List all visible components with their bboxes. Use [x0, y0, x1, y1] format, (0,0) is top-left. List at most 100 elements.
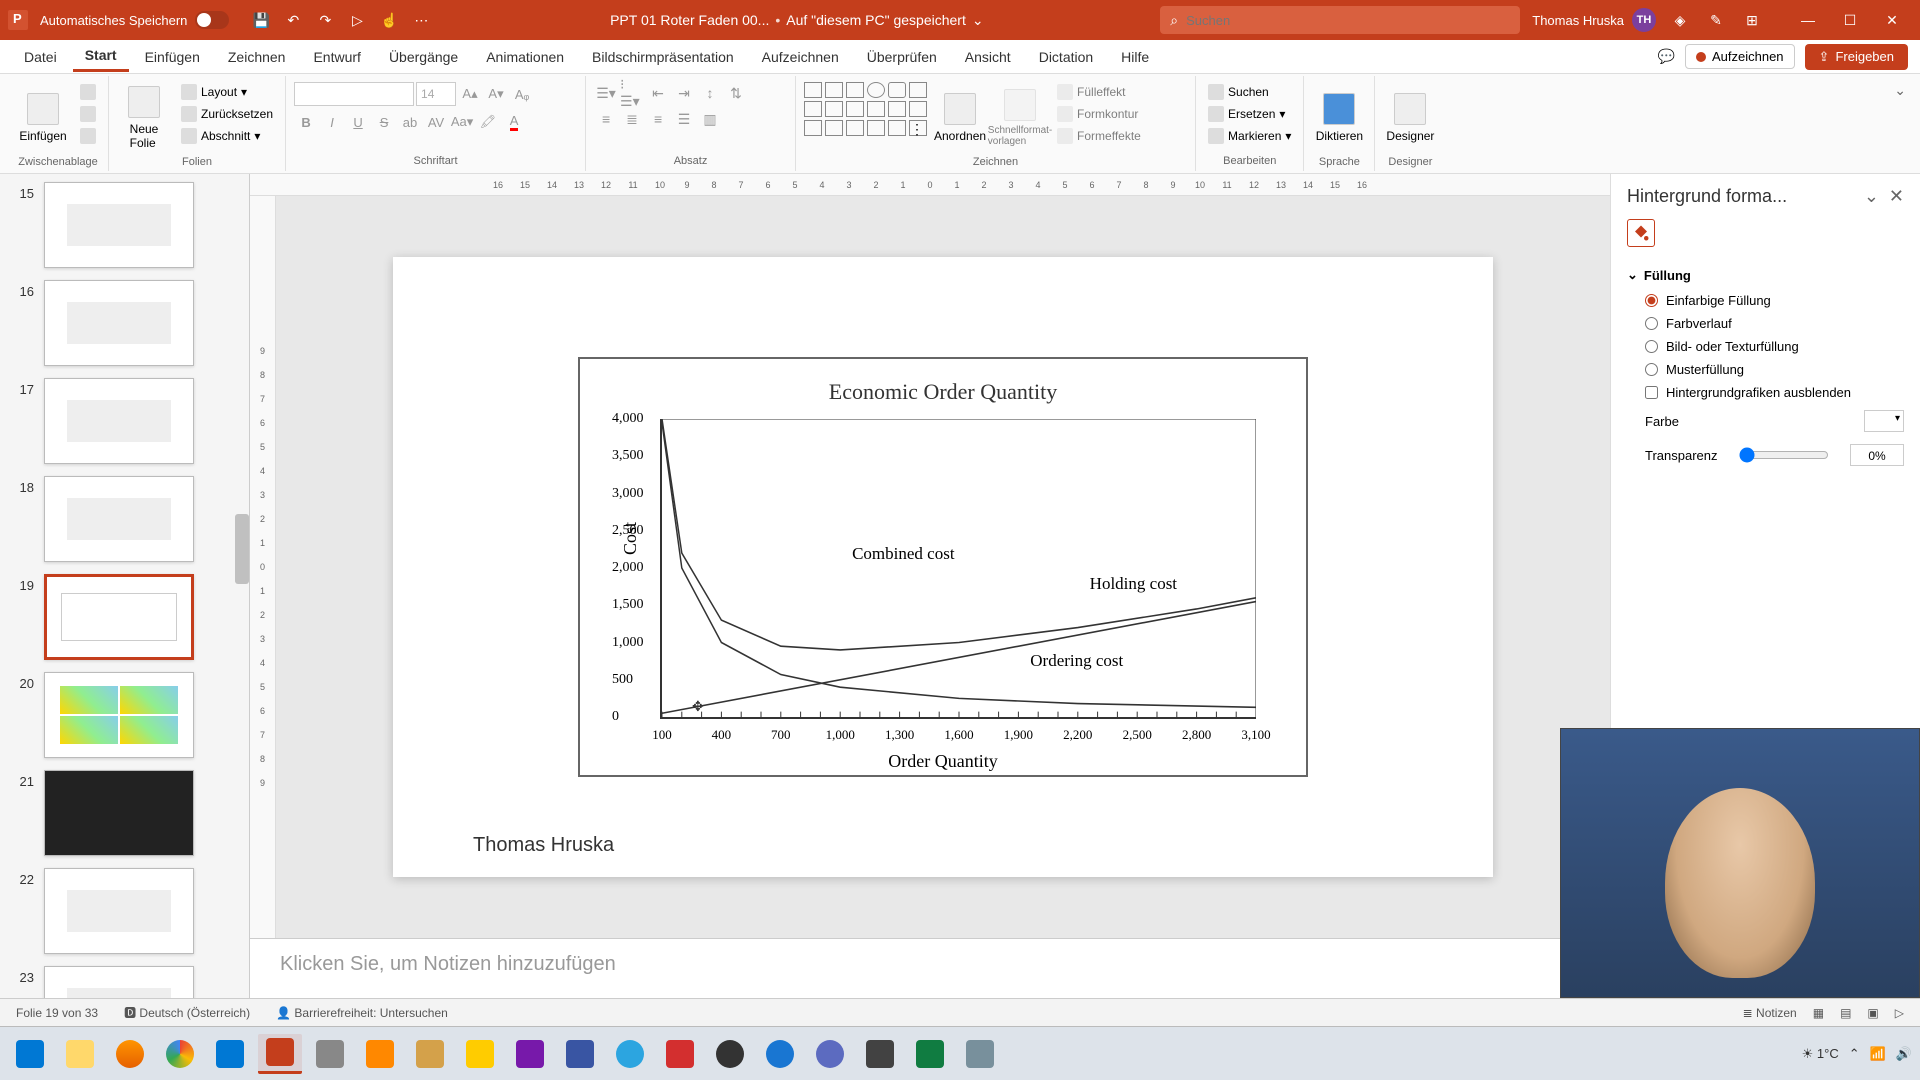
- case-button[interactable]: Aa▾: [450, 110, 474, 134]
- shape-fill-button[interactable]: Fülleffekt: [1053, 82, 1145, 102]
- section-button[interactable]: Abschnitt ▾: [177, 126, 277, 146]
- comments-icon[interactable]: 💬: [1658, 48, 1675, 65]
- save-icon[interactable]: 💾: [249, 8, 273, 32]
- slideshow-icon[interactable]: ▷: [345, 8, 369, 32]
- slide-author[interactable]: Thomas Hruska: [473, 834, 614, 857]
- color-picker-button[interactable]: [1864, 410, 1904, 432]
- weather-widget[interactable]: ☀ 1°C: [1802, 1046, 1839, 1062]
- indent-dec-button[interactable]: ⇤: [646, 82, 670, 104]
- user-account[interactable]: Thomas Hruska TH: [1532, 8, 1656, 32]
- indent-inc-button[interactable]: ⇥: [672, 82, 696, 104]
- shape-rrect-icon[interactable]: [888, 82, 906, 98]
- shape-4-icon[interactable]: [846, 101, 864, 117]
- search-box[interactable]: ⌕: [1160, 6, 1520, 34]
- tab-zeichnen[interactable]: Zeichnen: [216, 43, 298, 71]
- quick-styles-button[interactable]: Schnellformat- vorlagen: [993, 82, 1047, 154]
- close-button[interactable]: ✕: [1872, 5, 1912, 35]
- shape-8-icon[interactable]: [804, 120, 822, 136]
- spacing-button[interactable]: AV: [424, 110, 448, 134]
- shape-10-icon[interactable]: [846, 120, 864, 136]
- excel-button[interactable]: [908, 1034, 952, 1074]
- tab-datei[interactable]: Datei: [12, 43, 69, 71]
- shape-6-icon[interactable]: [888, 101, 906, 117]
- chevron-down-icon[interactable]: ⌄: [972, 12, 984, 29]
- app10-button[interactable]: [458, 1034, 502, 1074]
- hide-graphics-checkbox[interactable]: Hintergrundgrafiken ausblenden: [1627, 381, 1904, 404]
- language-status[interactable]: 🅳 Deutsch (Österreich): [120, 1002, 254, 1023]
- layout-button[interactable]: Layout ▾: [177, 82, 277, 102]
- designer-button[interactable]: Designer: [1383, 82, 1437, 154]
- touch-icon[interactable]: ☝: [377, 8, 401, 32]
- chrome-button[interactable]: [158, 1034, 202, 1074]
- thumb-row-17[interactable]: 17: [12, 378, 237, 464]
- shape-oval-icon[interactable]: [867, 82, 885, 98]
- onenote-button[interactable]: [508, 1034, 552, 1074]
- picture-fill-radio[interactable]: Bild- oder Texturfüllung: [1627, 335, 1904, 358]
- tab-ansicht[interactable]: Ansicht: [953, 43, 1023, 71]
- shape-12-icon[interactable]: [888, 120, 906, 136]
- shape-tri-icon[interactable]: [909, 82, 927, 98]
- tab-start[interactable]: Start: [73, 41, 129, 72]
- more-icon[interactable]: ⋯: [409, 8, 433, 32]
- autosave-toggle[interactable]: Automatisches Speichern: [40, 11, 229, 29]
- share-button[interactable]: ⇪Freigeben: [1805, 44, 1908, 70]
- tray-network-icon[interactable]: 📶: [1870, 1046, 1886, 1062]
- record-button[interactable]: Aufzeichnen: [1685, 44, 1795, 69]
- shape-outline-button[interactable]: Formkontur: [1053, 104, 1145, 124]
- slide-thumbnail[interactable]: [44, 476, 194, 562]
- app16-button[interactable]: [758, 1034, 802, 1074]
- paste-button[interactable]: Einfügen: [16, 82, 70, 154]
- solid-fill-radio[interactable]: Einfarbige Füllung: [1627, 289, 1904, 312]
- slide-thumbnail[interactable]: [44, 574, 194, 660]
- transparency-slider[interactable]: [1739, 447, 1829, 463]
- shape-3-icon[interactable]: [825, 101, 843, 117]
- columns-button[interactable]: ▥: [698, 108, 722, 130]
- app15-button[interactable]: [708, 1034, 752, 1074]
- tab-uebergaenge[interactable]: Übergänge: [377, 43, 470, 71]
- app20-button[interactable]: [958, 1034, 1002, 1074]
- app14-button[interactable]: [658, 1034, 702, 1074]
- thumb-row-22[interactable]: 22: [12, 868, 237, 954]
- tab-einfuegen[interactable]: Einfügen: [133, 43, 212, 71]
- powerpoint-button[interactable]: [258, 1034, 302, 1074]
- shape-5-icon[interactable]: [867, 101, 885, 117]
- app7-button[interactable]: [308, 1034, 352, 1074]
- firefox-button[interactable]: [108, 1034, 152, 1074]
- maximize-button[interactable]: ☐: [1830, 5, 1870, 35]
- canvas[interactable]: Economic Order Quantity Cost Combined co…: [276, 196, 1610, 938]
- numbering-button[interactable]: ⁝☰▾: [620, 82, 644, 104]
- slide-thumbnail[interactable]: [44, 280, 194, 366]
- new-slide-button[interactable]: Neue Folie: [117, 82, 171, 154]
- replace-button[interactable]: Ersetzen ▾: [1204, 104, 1295, 124]
- search-input[interactable]: [1186, 13, 1510, 28]
- shape-line-icon[interactable]: [804, 82, 822, 98]
- slide-thumbnails[interactable]: 15161718192021222324: [0, 174, 250, 998]
- telegram-button[interactable]: [608, 1034, 652, 1074]
- tray-chevron-icon[interactable]: ⌃: [1849, 1046, 1860, 1062]
- italic-button[interactable]: I: [320, 110, 344, 134]
- shape-11-icon[interactable]: [867, 120, 885, 136]
- shape-9-icon[interactable]: [825, 120, 843, 136]
- thumb-row-15[interactable]: 15: [12, 182, 237, 268]
- accessibility-status[interactable]: 👤 Barrierefreiheit: Untersuchen: [272, 1004, 452, 1022]
- slide-thumbnail[interactable]: [44, 182, 194, 268]
- text-direction-button[interactable]: ⇅: [724, 82, 748, 104]
- vlc-button[interactable]: [358, 1034, 402, 1074]
- select-button[interactable]: Markieren ▾: [1204, 126, 1295, 146]
- document-title[interactable]: PPT 01 Roter Faden 00... • Auf "diesem P…: [445, 12, 1148, 29]
- settings-button[interactable]: [858, 1034, 902, 1074]
- window-icon[interactable]: ⊞: [1740, 8, 1764, 32]
- tab-bildschirm[interactable]: Bildschirmpräsentation: [580, 43, 746, 71]
- cut-button[interactable]: [76, 82, 100, 102]
- clear-format-button[interactable]: Aᵩ: [510, 82, 534, 106]
- slide-thumbnail[interactable]: [44, 770, 194, 856]
- align-right-button[interactable]: ≡: [646, 108, 670, 130]
- tab-dictation[interactable]: Dictation: [1027, 43, 1105, 71]
- highlight-button[interactable]: 🖍: [476, 110, 500, 134]
- diamond-icon[interactable]: ◈: [1668, 8, 1692, 32]
- thumb-row-18[interactable]: 18: [12, 476, 237, 562]
- font-color-button[interactable]: A: [502, 110, 526, 134]
- collapse-pane-icon[interactable]: ⌄: [1864, 186, 1879, 207]
- thumb-row-16[interactable]: 16: [12, 280, 237, 366]
- format-painter-button[interactable]: [76, 126, 100, 146]
